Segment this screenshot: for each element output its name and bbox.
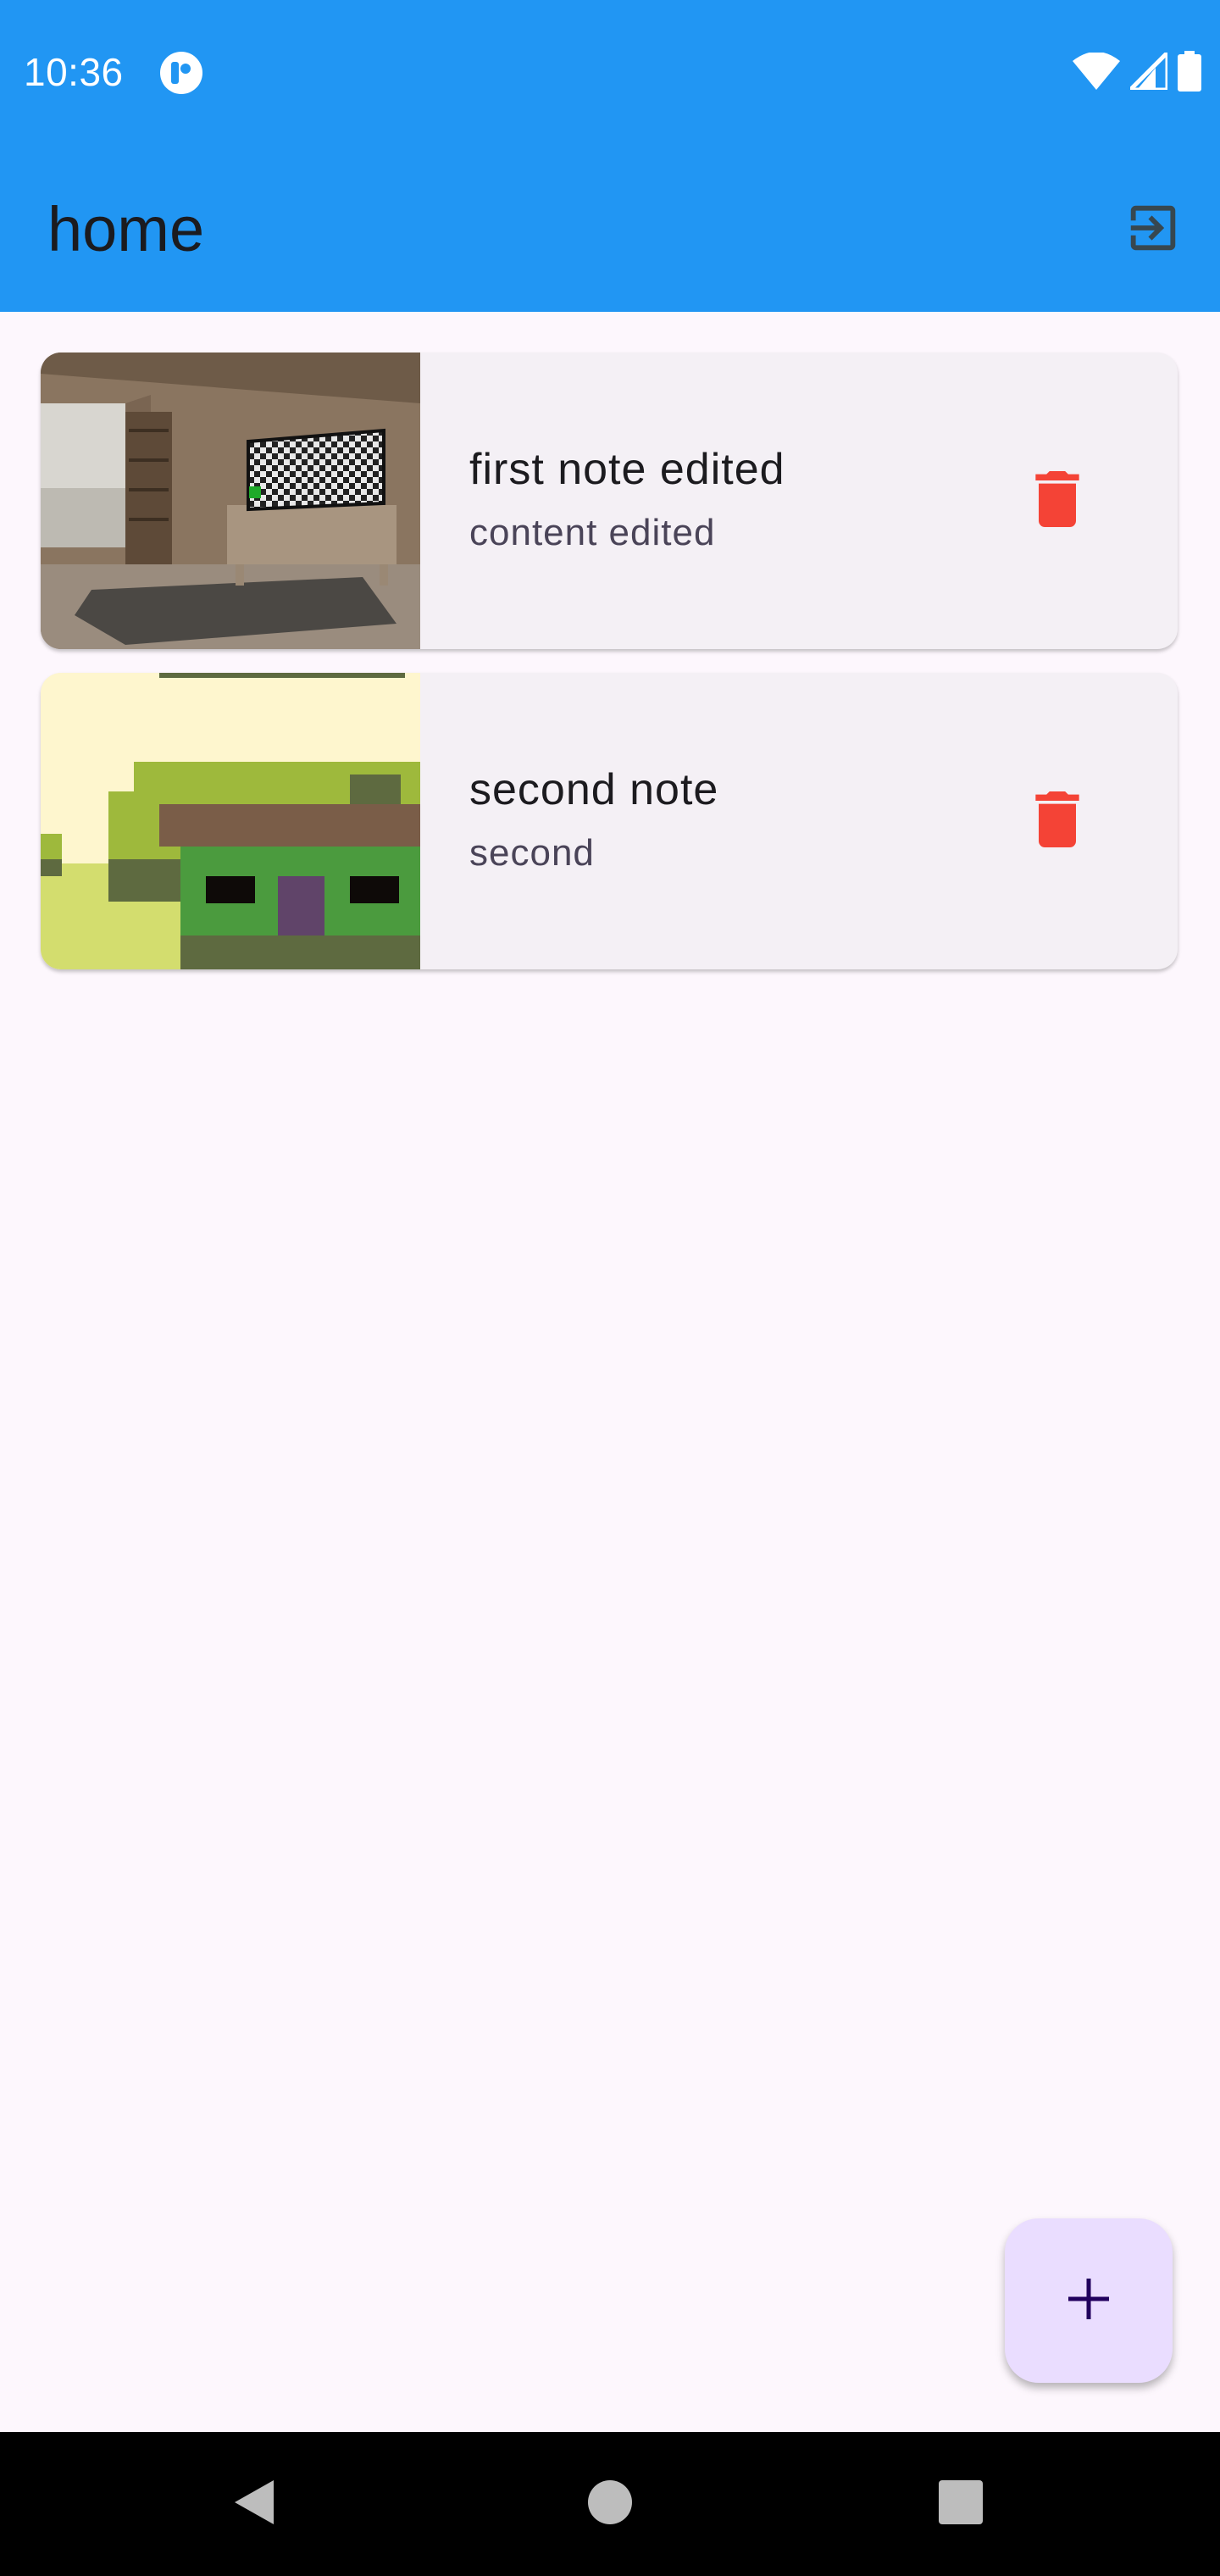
recents-icon	[938, 2479, 984, 2529]
note-title: second note	[469, 765, 719, 814]
logout-button[interactable]	[1115, 192, 1191, 268]
app-bar: home	[0, 147, 1220, 312]
pixel-house-image	[41, 673, 420, 969]
app-notification-icon	[159, 51, 203, 95]
add-note-button[interactable]	[1005, 2218, 1173, 2383]
status-time: 10:36	[24, 50, 124, 94]
note-content: second	[469, 832, 595, 874]
note-card[interactable]: second note second	[41, 673, 1178, 969]
notes-list: first note edited content edited second …	[41, 353, 1178, 993]
logout-icon	[1123, 198, 1183, 262]
home-screen: 10:36 home first note edited content edi…	[0, 0, 1220, 2576]
home-button[interactable]	[576, 2470, 644, 2538]
wifi-icon	[1073, 51, 1120, 94]
note-card[interactable]: first note edited content edited	[41, 353, 1178, 649]
status-bar: 10:36	[0, 0, 1220, 147]
plus-icon	[1065, 2275, 1112, 2327]
system-nav-bar	[0, 2432, 1220, 2576]
battery-icon	[1178, 50, 1201, 96]
delete-note-button[interactable]	[1015, 458, 1100, 543]
back-icon	[231, 2477, 277, 2532]
page-title: home	[47, 194, 205, 264]
back-button[interactable]	[220, 2470, 288, 2538]
recents-button[interactable]	[927, 2470, 995, 2538]
signal-icon	[1124, 47, 1170, 94]
note-title: first note edited	[469, 445, 785, 494]
note-content: content edited	[469, 512, 716, 553]
status-icons	[1073, 47, 1201, 96]
home-icon	[587, 2479, 633, 2529]
trash-icon	[1032, 470, 1083, 531]
trash-icon	[1032, 791, 1083, 852]
delete-note-button[interactable]	[1015, 779, 1100, 863]
room-interior-image	[41, 353, 420, 649]
